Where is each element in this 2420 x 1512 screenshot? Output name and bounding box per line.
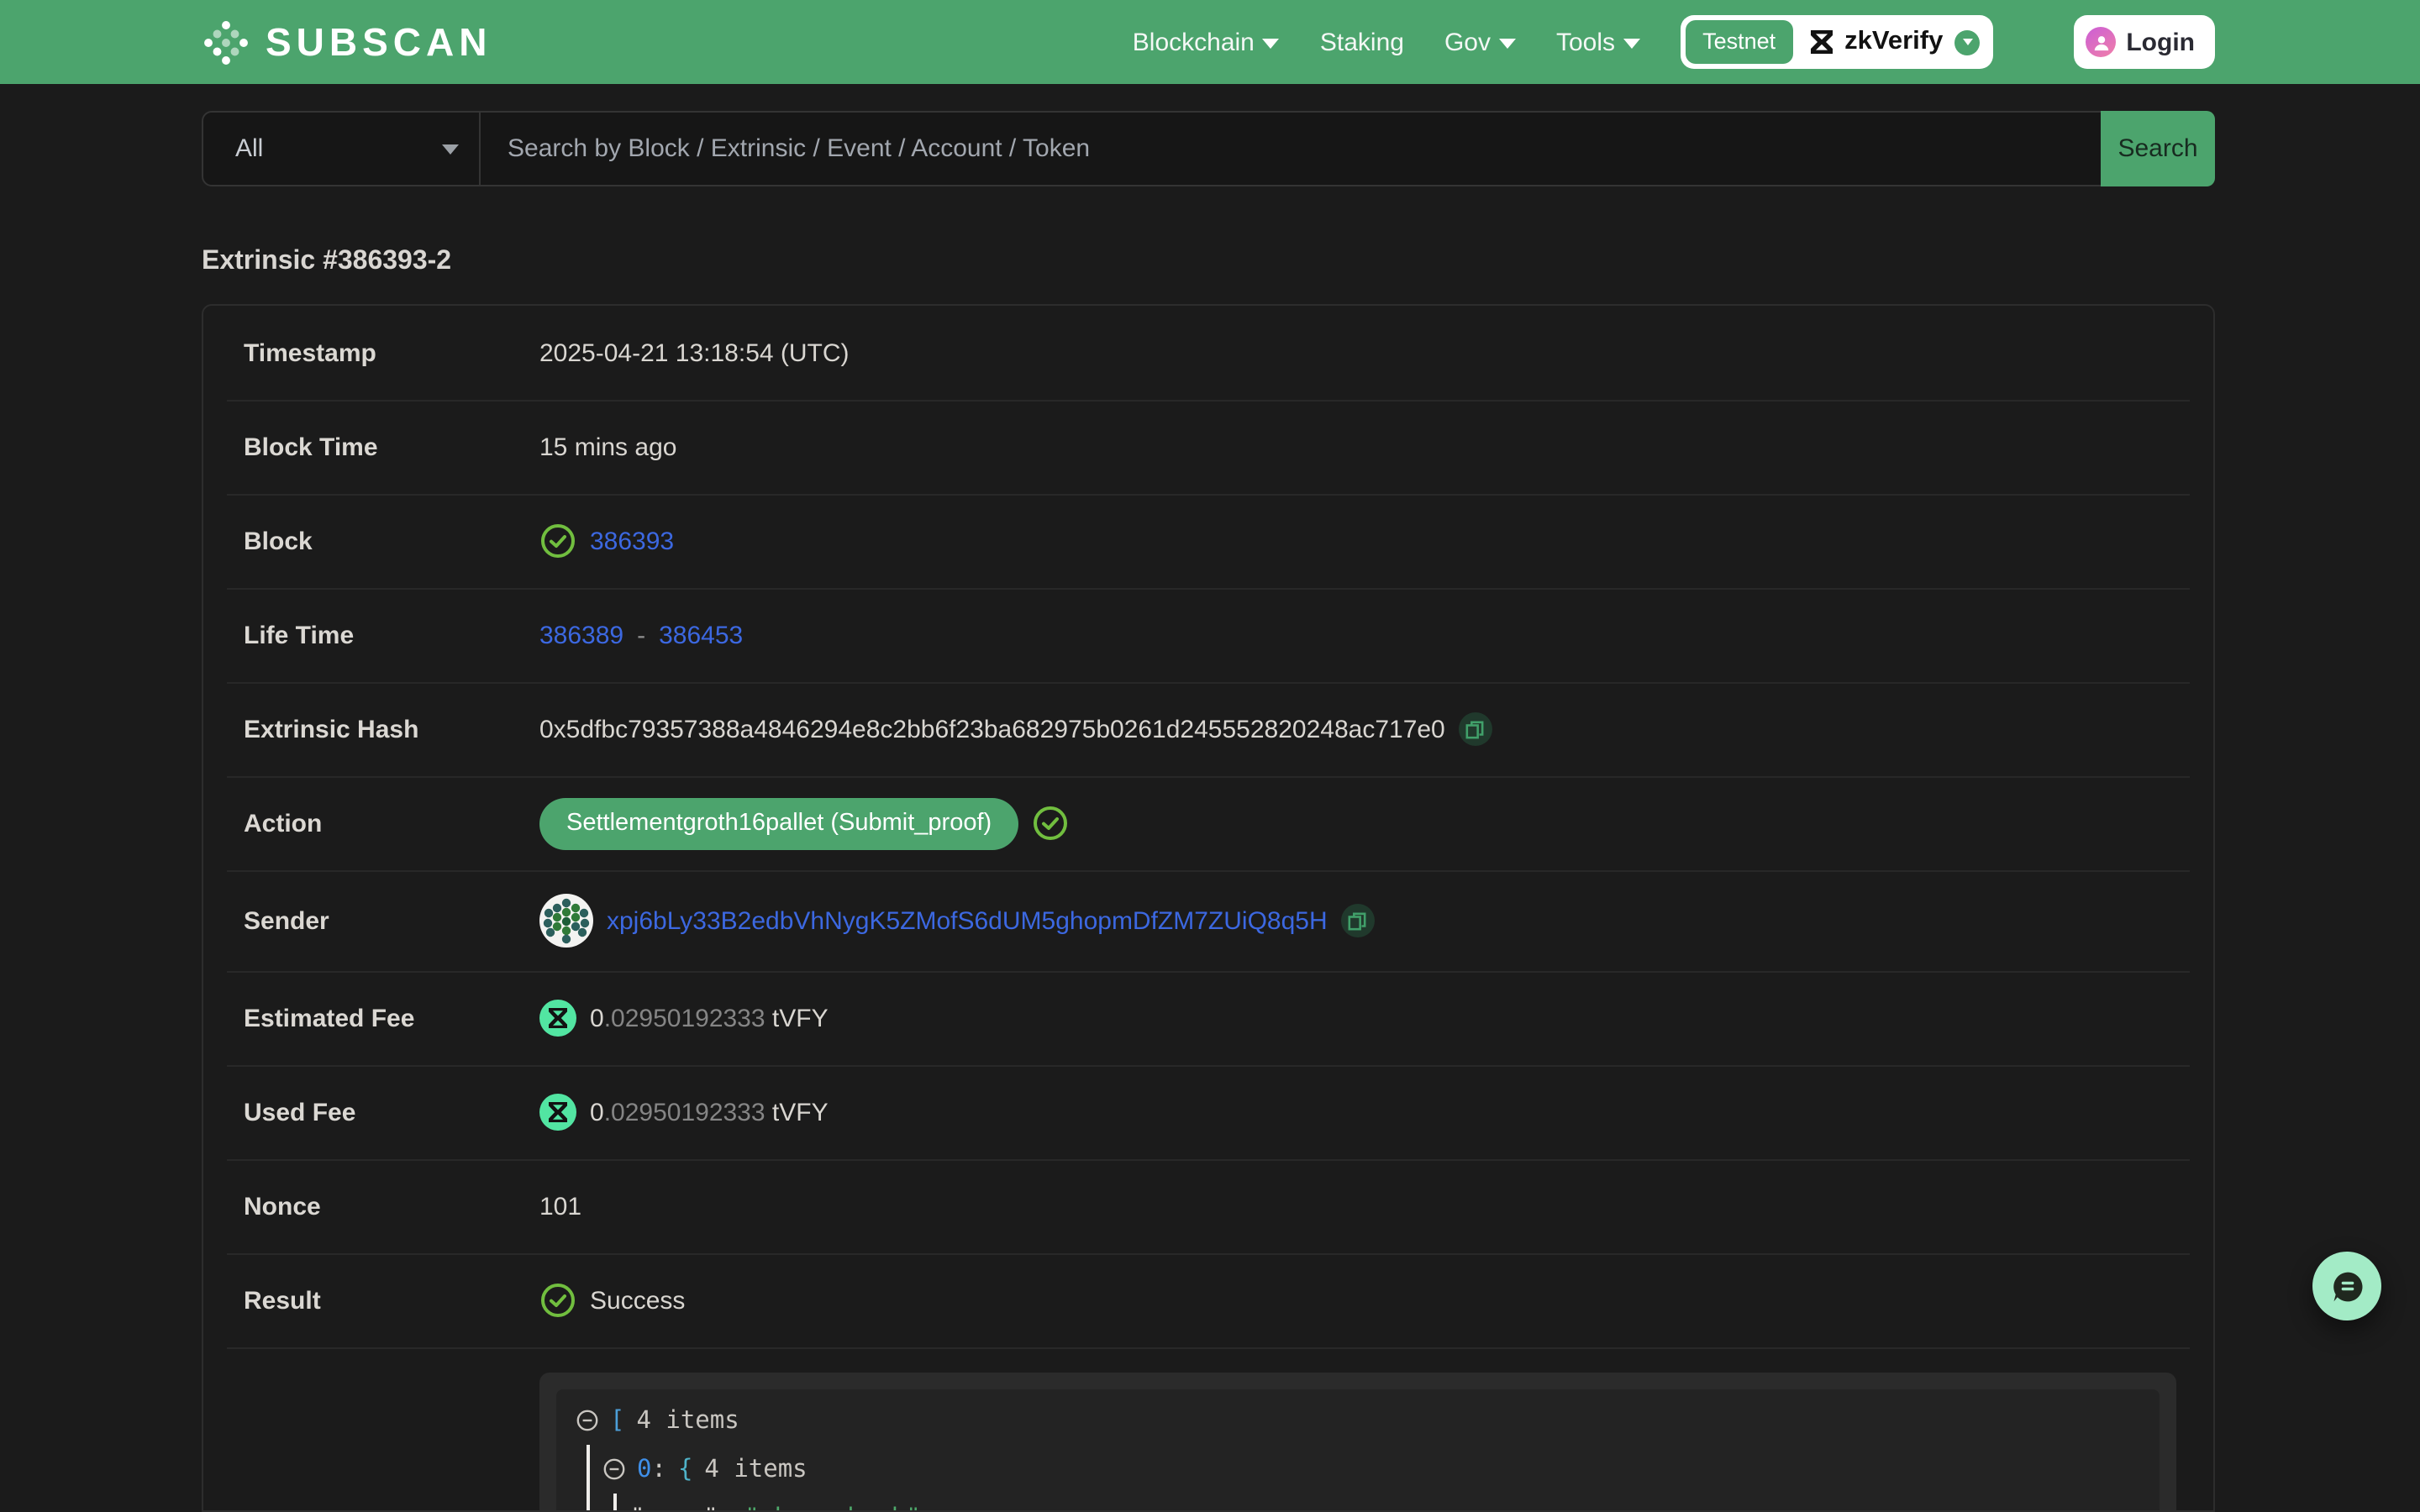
nav-tools-label: Tools xyxy=(1556,28,1615,56)
search-filter-value: All xyxy=(235,134,263,163)
login-button[interactable]: Login xyxy=(2074,15,2215,69)
app-header: SUBSCAN Blockchain Staking Gov Tools Tes… xyxy=(0,0,2420,84)
detail-row-used-fee: Used Fee 0.02950192333 tVFY xyxy=(203,1065,2213,1159)
nav-blockchain[interactable]: Blockchain xyxy=(1133,28,1280,56)
copy-hash-button[interactable] xyxy=(1459,712,1492,746)
main-nav: Blockchain Staking Gov Tools xyxy=(1133,28,1640,56)
json-children: 0: {4 items "name": "vk_or_hash" xyxy=(587,1445,2139,1512)
brand-name: SUBSCAN xyxy=(266,19,492,65)
detail-row-block: Block 386393 xyxy=(203,494,2213,588)
nav-gov[interactable]: Gov xyxy=(1444,28,1516,56)
nonce-value: 101 xyxy=(539,1192,581,1221)
used-fee-value: 0.02950192333 tVFY xyxy=(590,1098,829,1126)
row-label: Extrinsic Hash xyxy=(244,715,539,743)
nav-gov-label: Gov xyxy=(1444,28,1491,56)
timestamp-value: 2025-04-21 13:18:54 (UTC) xyxy=(539,339,850,367)
action-tag[interactable]: Settlementgroth16pallet (Submit_proof) xyxy=(539,797,1018,849)
detail-row-action: Action Settlementgroth16pallet (Submit_p… xyxy=(203,776,2213,870)
zkverify-logo-icon xyxy=(1807,29,1834,55)
extrinsic-hash-value: 0x5dfbc79357388a4846294e8c2bb6f23ba68297… xyxy=(539,715,1445,743)
sender-identicon xyxy=(539,894,593,948)
chevron-down-icon xyxy=(1263,39,1280,49)
row-label: Block Time xyxy=(244,433,539,461)
subscan-logo-icon xyxy=(203,19,249,65)
collapse-icon[interactable] xyxy=(576,1410,598,1431)
nav-staking[interactable]: Staking xyxy=(1320,28,1404,56)
json-root-line: [4 items xyxy=(576,1396,2139,1445)
search-button[interactable]: Search xyxy=(2101,111,2215,186)
life-time-to-link[interactable]: 386453 xyxy=(659,621,743,649)
json-string-value: "vk_or_hash" xyxy=(744,1504,921,1512)
tvfy-token-icon xyxy=(539,1094,576,1131)
row-label: Action xyxy=(244,809,539,837)
result-value: Success xyxy=(590,1286,685,1315)
detail-row-parameters: [4 items 0: {4 items "name": "vk_or_hash" xyxy=(203,1347,2213,1512)
json-field-line: "name": "vk_or_hash" xyxy=(630,1494,2139,1512)
nav-staking-label: Staking xyxy=(1320,28,1404,56)
row-label: Sender xyxy=(244,906,539,935)
check-circle-icon xyxy=(539,1282,576,1319)
subscan-logo[interactable]: SUBSCAN xyxy=(203,19,492,65)
json-index-group: 0: xyxy=(637,1456,666,1483)
search-input[interactable] xyxy=(481,113,2101,185)
tvfy-token-icon xyxy=(539,1000,576,1037)
check-circle-icon xyxy=(539,522,576,559)
login-label: Login xyxy=(2126,28,2195,56)
copy-address-button[interactable] xyxy=(1341,904,1375,937)
network-switcher[interactable]: Testnet zkVerify xyxy=(1681,15,1993,69)
copy-icon xyxy=(1349,911,1367,930)
row-label: Result xyxy=(244,1286,539,1315)
detail-row-result: Result Success xyxy=(203,1253,2213,1347)
row-label: Life Time xyxy=(244,621,539,649)
network-chevron-icon xyxy=(1954,29,1980,55)
chevron-down-icon xyxy=(1623,39,1640,49)
json-item0-line: 0: {4 items xyxy=(603,1445,2139,1494)
copy-icon xyxy=(1466,720,1485,738)
detail-row-block-time: Block Time 15 mins ago xyxy=(203,400,2213,494)
row-label: Used Fee xyxy=(244,1098,539,1126)
json-item-count: 4 items xyxy=(636,1407,739,1434)
network-env-badge: Testnet xyxy=(1686,20,1792,64)
sender-address-link[interactable]: xpj6bLy33B2edbVhNygK5ZMofS6dUM5ghopmDfZM… xyxy=(607,906,1328,935)
parameters-json-panel: [4 items 0: {4 items "name": "vk_or_hash" xyxy=(539,1373,2176,1512)
block-number-link[interactable]: 386393 xyxy=(590,527,674,555)
life-time-separator: - xyxy=(637,621,645,649)
nav-blockchain-label: Blockchain xyxy=(1133,28,1255,56)
row-label: Timestamp xyxy=(244,339,539,367)
page-title: Extrinsic #386393-2 xyxy=(202,247,451,277)
row-label: Block xyxy=(244,527,539,555)
row-label: Estimated Fee xyxy=(244,1004,539,1032)
detail-row-nonce: Nonce 101 xyxy=(203,1159,2213,1253)
collapse-icon[interactable] xyxy=(603,1458,625,1480)
json-key: "name": xyxy=(630,1504,733,1512)
extrinsic-detail-card: Timestamp 2025-04-21 13:18:54 (UTC) Bloc… xyxy=(202,304,2215,1512)
chat-bubble-icon xyxy=(2328,1268,2365,1305)
row-label: Nonce xyxy=(244,1192,539,1221)
chevron-down-icon xyxy=(442,144,459,154)
detail-row-timestamp: Timestamp 2025-04-21 13:18:54 (UTC) xyxy=(203,306,2213,400)
check-circle-icon xyxy=(1032,805,1069,842)
global-search-bar: All Search xyxy=(202,111,2215,186)
user-avatar-icon xyxy=(2086,27,2116,57)
json-brace: { xyxy=(678,1456,692,1483)
block-time-value: 15 mins ago xyxy=(539,433,676,461)
detail-row-sender: Sender xyxy=(203,870,2213,971)
network-chain-name: zkVerify xyxy=(1844,27,1943,57)
json-bracket: [ xyxy=(610,1407,624,1434)
search-filter-select[interactable]: All xyxy=(203,113,481,185)
json-item-count: 4 items xyxy=(704,1456,807,1483)
chevron-down-icon xyxy=(1499,39,1516,49)
detail-row-life-time: Life Time 386389 - 386453 xyxy=(203,588,2213,682)
json-viewer: [4 items 0: {4 items "name": "vk_or_hash" xyxy=(556,1389,2160,1512)
subscan-extrinsic-page: SUBSCAN Blockchain Staking Gov Tools Tes… xyxy=(0,0,2420,1512)
support-chat-button[interactable] xyxy=(2312,1252,2381,1320)
detail-row-extrinsic-hash: Extrinsic Hash 0x5dfbc79357388a4846294e8… xyxy=(203,682,2213,776)
nav-tools[interactable]: Tools xyxy=(1556,28,1640,56)
life-time-from-link[interactable]: 386389 xyxy=(539,621,623,649)
json-children: "name": "vk_or_hash" xyxy=(613,1494,2139,1512)
detail-row-estimated-fee: Estimated Fee 0.02950192333 tVFY xyxy=(203,971,2213,1065)
estimated-fee-value: 0.02950192333 tVFY xyxy=(590,1004,829,1032)
